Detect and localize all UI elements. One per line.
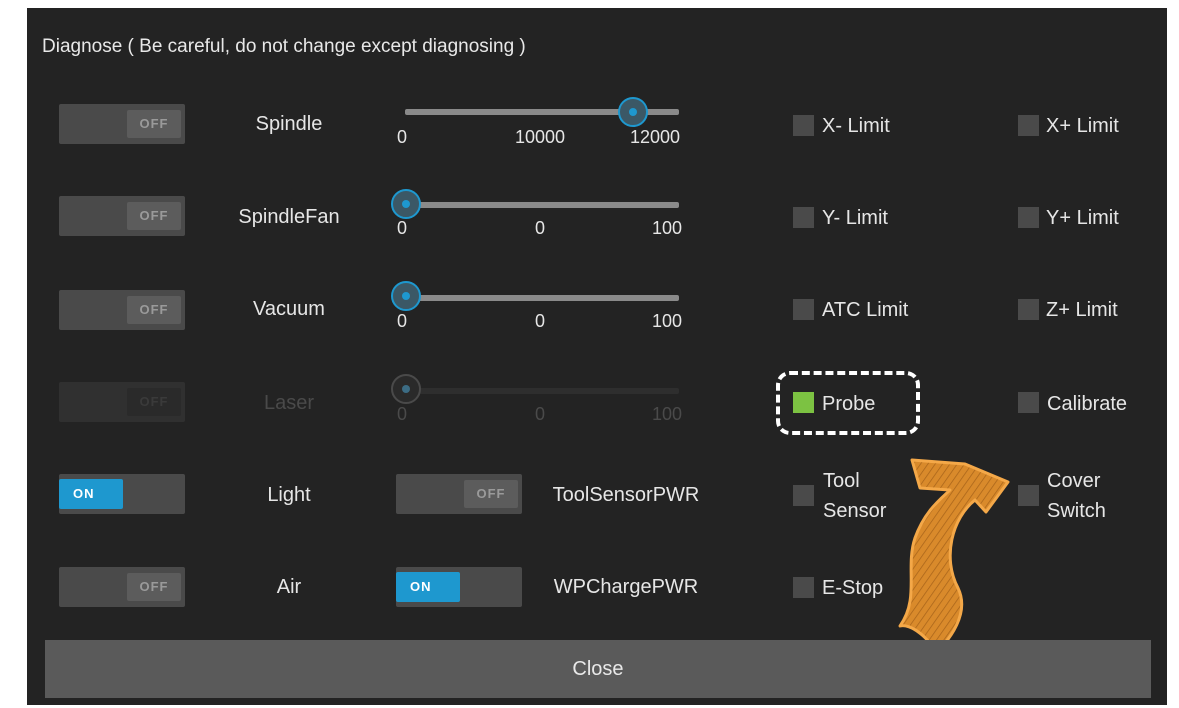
spindlefan-tick-max: 100 — [651, 218, 683, 238]
toggle-off-label: OFF — [127, 110, 181, 138]
tool-sensor-label-line1: Tool — [823, 470, 860, 492]
spindlefan-tick-min: 0 — [396, 218, 408, 238]
spindle-tick-min: 0 — [396, 127, 408, 147]
cover-switch-label-line1: Cover — [1047, 470, 1101, 492]
air-label: Air — [276, 576, 302, 598]
tool-sensor-label-line2: Sensor — [823, 500, 887, 522]
toolsensorpwr-toggle[interactable]: OFF — [396, 474, 522, 514]
vacuum-slider-thumb[interactable] — [391, 281, 421, 311]
x-minus-limit-label: X- Limit — [822, 115, 890, 137]
spindlefan-label: SpindleFan — [238, 206, 340, 228]
laser-tick-max: 100 — [651, 404, 683, 424]
estop-led — [793, 577, 814, 598]
vacuum-tick-max: 100 — [651, 311, 683, 331]
light-toggle[interactable]: ON — [59, 474, 185, 514]
close-button[interactable]: Close — [45, 640, 1151, 698]
y-plus-limit-led — [1018, 207, 1039, 228]
vacuum-label: Vacuum — [253, 298, 325, 320]
laser-tick-value: 0 — [534, 404, 546, 424]
air-toggle[interactable]: OFF — [59, 567, 185, 607]
spindlefan-slider-track[interactable] — [405, 202, 679, 208]
x-plus-limit-label: X+ Limit — [1046, 115, 1119, 137]
toolsensorpwr-label: ToolSensorPWR — [552, 484, 700, 506]
spindle-tick-mid: 10000 — [514, 127, 566, 147]
spindlefan-tick-value: 0 — [534, 218, 546, 238]
z-plus-limit-led — [1018, 299, 1039, 320]
z-plus-limit-label: Z+ Limit — [1046, 299, 1118, 321]
spindle-label: Spindle — [255, 113, 323, 135]
laser-slider-track — [405, 388, 679, 394]
vacuum-slider-track[interactable] — [405, 295, 679, 301]
light-label: Light — [267, 484, 311, 506]
toggle-on-label: ON — [396, 572, 460, 602]
spindle-tick-max: 12000 — [629, 127, 681, 147]
laser-toggle: OFF — [59, 382, 185, 422]
spindle-slider-thumb[interactable] — [618, 97, 648, 127]
probe-highlight-box — [776, 371, 920, 435]
estop-label: E-Stop — [822, 577, 884, 599]
y-plus-limit-label: Y+ Limit — [1046, 207, 1119, 229]
vacuum-tick-min: 0 — [396, 311, 408, 331]
cover-switch-led — [1018, 485, 1039, 506]
cover-switch-label-line2: Switch — [1047, 500, 1106, 522]
spindle-toggle[interactable]: OFF — [59, 104, 185, 144]
x-minus-limit-led — [793, 115, 814, 136]
toggle-off-label: OFF — [127, 296, 181, 324]
spindlefan-toggle[interactable]: OFF — [59, 196, 185, 236]
atc-limit-label: ATC Limit — [822, 299, 909, 321]
vacuum-toggle[interactable]: OFF — [59, 290, 185, 330]
x-plus-limit-led — [1018, 115, 1039, 136]
calibrate-led — [1018, 392, 1039, 413]
toggle-off-label: OFF — [464, 480, 518, 508]
toggle-off-label: OFF — [127, 202, 181, 230]
laser-label: Laser — [263, 392, 315, 414]
toggle-off-label: OFF — [127, 573, 181, 601]
curved-arrow-icon — [898, 458, 1010, 655]
wpchargepwr-label: WPChargePWR — [553, 576, 699, 598]
dialog-title: Diagnose ( Be careful, do not change exc… — [42, 36, 526, 57]
tool-sensor-led — [793, 485, 814, 506]
y-minus-limit-label: Y- Limit — [822, 207, 888, 229]
spindlefan-slider-thumb[interactable] — [391, 189, 421, 219]
toggle-on-label: ON — [59, 479, 123, 509]
vacuum-tick-value: 0 — [534, 311, 546, 331]
laser-tick-min: 0 — [396, 404, 408, 424]
wpchargepwr-toggle[interactable]: ON — [396, 567, 522, 607]
atc-limit-led — [793, 299, 814, 320]
y-minus-limit-led — [793, 207, 814, 228]
laser-slider-thumb — [391, 374, 421, 404]
calibrate-label: Calibrate — [1047, 393, 1128, 415]
toggle-off-label: OFF — [127, 388, 181, 416]
